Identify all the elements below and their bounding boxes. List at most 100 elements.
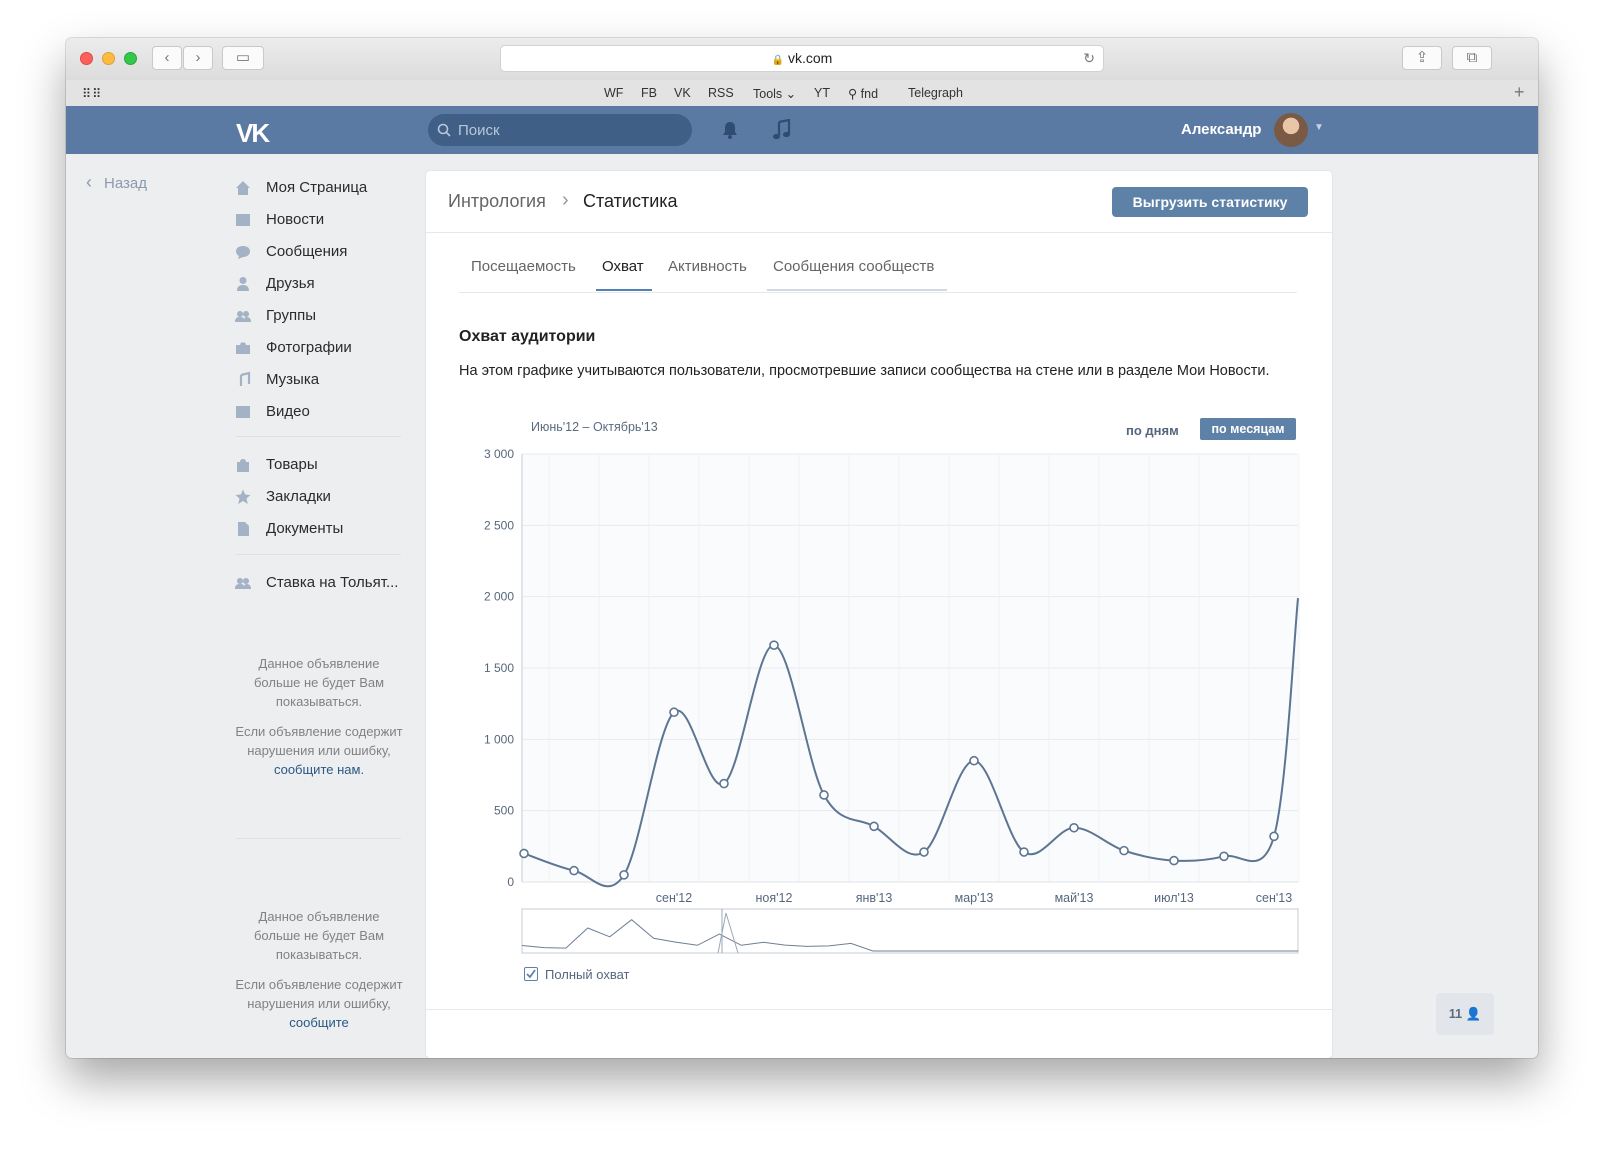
active-tab-indicator	[596, 289, 652, 291]
avatar[interactable]	[1274, 113, 1308, 147]
ad-report-text: Если объявление содержит нарушения или о…	[234, 722, 404, 779]
user-name[interactable]: Александр	[1181, 121, 1261, 138]
tab-visits[interactable]: Посещаемость	[471, 258, 576, 275]
export-stats-button[interactable]: Выгрузить статистику	[1112, 187, 1308, 217]
x-tick-label: июл'13	[1154, 891, 1194, 905]
document-icon	[238, 522, 249, 536]
y-tick-label: 3 000	[484, 447, 514, 461]
favorite-vk[interactable]: VK	[674, 86, 691, 100]
x-tick-label: янв'13	[856, 891, 893, 905]
data-point	[719, 778, 729, 789]
ad-report-prefix: Если объявление содержит нарушения или о…	[235, 977, 403, 1011]
browser-toolbar: ‹ › ▭ 🔒 vk.com ↻ ⇪ ⧉	[66, 38, 1538, 81]
tab-community-messages[interactable]: Сообщения сообществ	[773, 258, 934, 275]
page-title: Статистика	[583, 191, 678, 211]
sidebar-item-label: Документы	[266, 520, 344, 537]
lock-icon: 🔒	[771, 55, 785, 66]
minimize-window-button[interactable]	[102, 52, 115, 65]
navigator-frame	[521, 908, 1299, 954]
report-link[interactable]: сообщите	[289, 1015, 349, 1030]
sidebar-item-label: Группы	[266, 307, 316, 324]
ad-hidden-text: Данное объявление больше не будет Вам по…	[253, 656, 385, 709]
data-point	[1069, 822, 1079, 833]
sidebar-item-label: Фотографии	[266, 339, 352, 356]
report-link[interactable]: сообщите нам.	[274, 762, 364, 777]
vk-header: VK Поиск Александр ▼	[66, 106, 1538, 154]
bell-icon[interactable]	[720, 120, 740, 140]
reload-icon[interactable]: ↻	[1083, 46, 1095, 71]
x-tick-label: сен'12	[656, 891, 692, 905]
y-tick-label: 2 000	[484, 590, 514, 604]
x-tick-label: мар'13	[955, 891, 994, 905]
sidebar-item-label: Сообщения	[266, 243, 348, 260]
legend-label[interactable]: Полный охват	[545, 967, 630, 982]
back-link[interactable]: ‹ Назад	[86, 172, 147, 193]
chevron-down-icon[interactable]: ▼	[1314, 122, 1324, 133]
x-tick-label: ноя'12	[756, 891, 793, 905]
data-point	[869, 821, 879, 832]
data-point	[819, 790, 829, 800]
data-point	[1119, 845, 1129, 856]
close-window-button[interactable]	[80, 52, 93, 65]
data-point	[1269, 831, 1279, 842]
chevron-left-icon: ‹	[86, 172, 92, 192]
online-count: 11	[1448, 1007, 1463, 1021]
chevron-down-icon: ⌄	[785, 87, 797, 101]
favorite-rss[interactable]: RSS	[708, 86, 734, 100]
sidebar-item-label: Закладки	[266, 488, 331, 505]
tabs-divider	[459, 292, 1297, 293]
section-title: Охват аудитории	[459, 328, 596, 345]
video-icon	[236, 406, 250, 418]
groups-icon	[235, 578, 251, 589]
favorite-tools[interactable]: Tools ⌄	[753, 86, 796, 101]
star-icon	[235, 489, 251, 504]
favorites-bar: ⠿⠿ WF FB VK RSS Tools ⌄ YT ⚲ fnd Telegra…	[66, 80, 1538, 107]
search-input[interactable]: Поиск	[428, 114, 692, 146]
messages-icon	[236, 246, 250, 259]
address-bar[interactable]: 🔒 vk.com ↻	[500, 45, 1104, 72]
home-icon	[236, 181, 250, 195]
grid-icon[interactable]: ⠿⠿	[82, 86, 102, 101]
favorite-telegraph[interactable]: Telegraph	[908, 86, 963, 100]
zoom-window-button[interactable]	[124, 52, 137, 65]
sidebar-toggle-icon[interactable]: ▭	[222, 46, 264, 70]
music-icon[interactable]	[772, 119, 792, 141]
friend-icon	[237, 277, 249, 291]
y-tick-label: 500	[494, 804, 514, 818]
data-point	[969, 755, 979, 766]
sidebar-item-label: Моя Страница	[266, 179, 368, 196]
favorite-fnd-label: fnd	[860, 87, 879, 101]
menu-divider	[236, 838, 401, 839]
sidebar-item-label: Ставка на Тольят...	[266, 574, 399, 591]
data-point	[519, 848, 529, 859]
tab-activity[interactable]: Активность	[668, 258, 747, 275]
stats-card: Интрология › Статистика Выгрузить статис…	[426, 171, 1332, 1058]
data-point	[919, 847, 929, 857]
favorite-yt[interactable]: YT	[814, 86, 830, 100]
breadcrumb-parent[interactable]: Интрология	[448, 191, 546, 211]
checkmark-icon	[526, 969, 536, 979]
groups-icon	[235, 311, 251, 322]
back-icon[interactable]: ‹	[152, 46, 182, 70]
new-tab-icon[interactable]: +	[1514, 82, 1525, 103]
period-range: Июнь'12 – Октябрь'13	[531, 420, 658, 434]
data-point	[619, 870, 629, 880]
vk-logo[interactable]: VK	[236, 118, 270, 149]
reach-chart: 0 500 1 000 1 500 2 000 2 500 3 000 сен'12 ноя'1…	[484, 447, 1300, 954]
online-counter[interactable]: 11 👤	[1436, 993, 1494, 1035]
x-tick-label: май'13	[1055, 891, 1094, 905]
sidebar-item-label: Товары	[266, 456, 318, 473]
favorite-fb[interactable]: FB	[641, 86, 657, 100]
favorite-fnd[interactable]: ⚲ fnd	[848, 86, 878, 101]
music-icon	[239, 371, 251, 386]
full-reach-checkbox[interactable]	[524, 967, 538, 981]
share-icon[interactable]: ⇪	[1402, 46, 1442, 70]
tab-reach[interactable]: Охват	[602, 258, 644, 275]
data-point	[1019, 847, 1029, 857]
ad-block: Данное объявление больше не будет Вам по…	[234, 907, 404, 1032]
tabs-overview-icon[interactable]: ⧉	[1452, 46, 1492, 70]
ad-report-text: Если объявление содержит нарушения или о…	[234, 975, 404, 1032]
back-label: Назад	[104, 175, 147, 192]
forward-icon[interactable]: ›	[183, 46, 213, 70]
favorite-wf[interactable]: WF	[604, 86, 623, 100]
